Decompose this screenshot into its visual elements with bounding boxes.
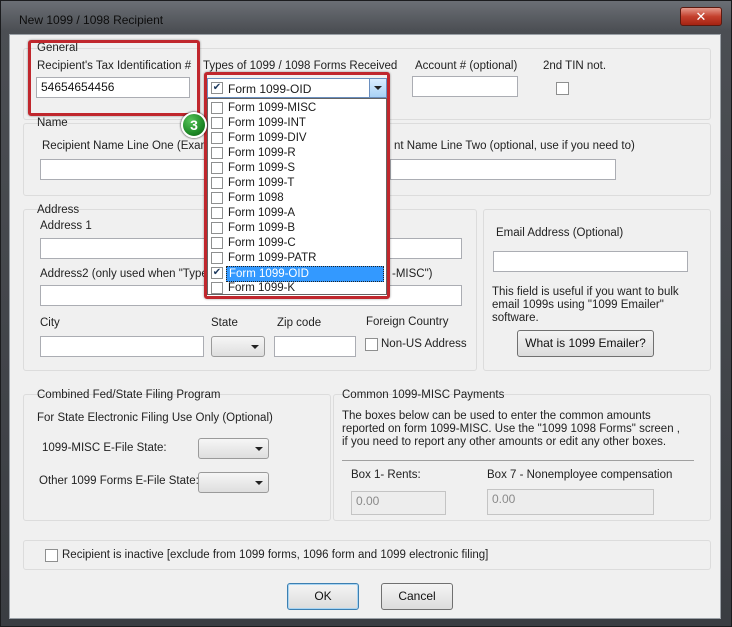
chevron-down-icon <box>255 481 263 485</box>
misc-payments-title: Common 1099-MISC Payments <box>342 389 505 401</box>
box1-rents-input[interactable]: 0.00 <box>351 491 446 515</box>
step-badge: 3 <box>181 112 207 138</box>
name-line-one-input[interactable] <box>40 159 210 180</box>
inactive-label: Recipient is inactive [exclude from 1099… <box>62 549 489 561</box>
form-types-highlight-box <box>204 72 390 299</box>
email-help-text: This field is useful if you want to bulk… <box>492 286 679 324</box>
non-us-label: Non-US Address <box>381 338 467 350</box>
non-us-checkbox[interactable] <box>365 338 378 351</box>
box7-nonemployee-input[interactable]: 0.00 <box>487 489 654 515</box>
misc-state-label: 1099-MISC E-File State: <box>42 442 167 454</box>
account-label: Account # (optional) <box>415 60 518 72</box>
what-is-emailer-button[interactable]: What is 1099 Emailer? <box>517 330 654 357</box>
name-group-title: Name <box>37 117 68 129</box>
misc-payments-divider <box>342 460 694 461</box>
name-line-two-label: nt Name Line Two (optional, use if you n… <box>394 140 635 152</box>
dialog-window: New 1099 / 1098 Recipient ✕ General Reci… <box>0 0 732 627</box>
ok-button[interactable]: OK <box>287 583 359 610</box>
close-button[interactable]: ✕ <box>680 7 722 26</box>
state-filing-title: Combined Fed/State Filing Program <box>37 389 221 401</box>
state-select[interactable] <box>211 336 265 357</box>
window-title: New 1099 / 1098 Recipient <box>19 13 164 27</box>
zip-label: Zip code <box>277 317 322 329</box>
state-filing-subtitle: For State Electronic Filing Use Only (Op… <box>37 412 273 424</box>
inactive-checkbox[interactable] <box>45 549 58 562</box>
form-types-label: Types of 1099 / 1098 Forms Received <box>203 60 398 72</box>
misc-state-select[interactable] <box>198 438 269 459</box>
email-input[interactable] <box>493 251 688 272</box>
box1-label: Box 1- Rents: <box>351 469 421 481</box>
name-line-one-label: Recipient Name Line One (Exampl <box>42 140 220 152</box>
email-label: Email Address (Optional) <box>496 227 624 239</box>
address2-label-tail: -MISC") <box>392 268 433 280</box>
tin-highlight-box <box>28 40 200 116</box>
box7-label: Box 7 - Nonemployee compensation <box>487 469 673 481</box>
chevron-down-icon <box>251 345 259 349</box>
chevron-down-icon <box>255 447 263 451</box>
other-state-label: Other 1099 Forms E-File State: <box>39 475 199 487</box>
name-line-two-input[interactable] <box>390 159 616 180</box>
address1-label: Address 1 <box>40 220 92 232</box>
foreign-country-label: Foreign Country <box>366 316 449 328</box>
other-state-select[interactable] <box>198 472 269 493</box>
misc-payments-description: The boxes below can be used to enter the… <box>342 410 680 448</box>
address-group-title: Address <box>37 204 80 216</box>
close-icon: ✕ <box>695 9 707 24</box>
cancel-button[interactable]: Cancel <box>381 583 453 610</box>
city-input[interactable] <box>40 336 204 357</box>
tin-not-checkbox[interactable] <box>556 82 569 95</box>
title-bar[interactable]: New 1099 / 1098 Recipient ✕ <box>1 1 731 35</box>
zip-input[interactable] <box>274 336 356 357</box>
address2-label: Address2 (only used when "Types <box>40 268 214 280</box>
city-label: City <box>40 317 60 329</box>
tin-not-label: 2nd TIN not. <box>543 60 607 72</box>
account-input[interactable] <box>412 76 518 97</box>
state-label: State <box>211 317 238 329</box>
